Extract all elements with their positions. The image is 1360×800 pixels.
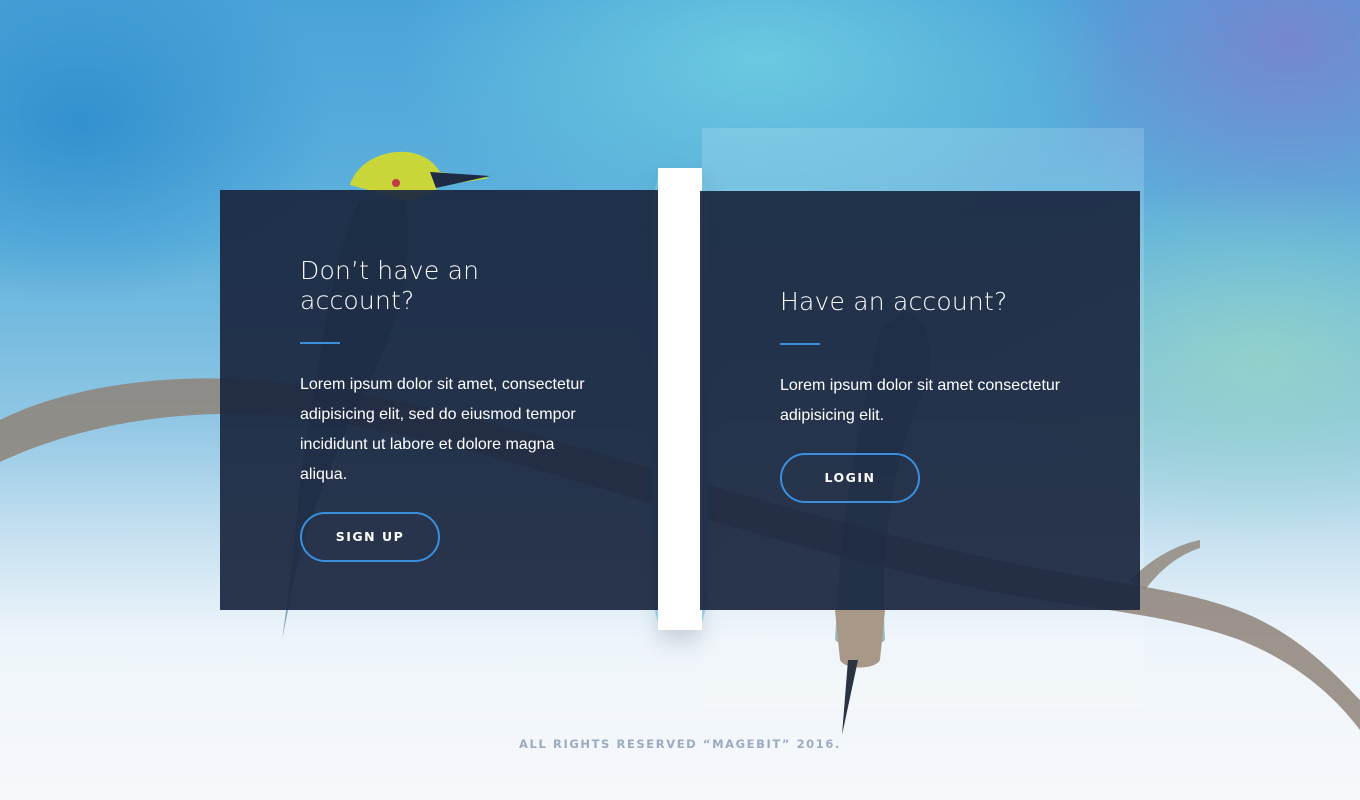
login-description: Lorem ipsum dolor sit amet consectetur a…: [780, 377, 1061, 424]
signup-accent-line: [300, 342, 340, 344]
signup-card: Don’t have an account? Lorem ipsum dolor…: [220, 190, 658, 610]
signup-heading: Don’t have an account?: [300, 256, 480, 315]
login-heading: Have an account?: [780, 287, 1008, 316]
login-card: Have an account? Lorem ipsum dolor sit a…: [700, 191, 1140, 610]
signup-button[interactable]: SIGN UP: [300, 512, 440, 562]
signup-description: Lorem ipsum dolor sit amet, consectetur …: [300, 376, 585, 483]
page-background: Don’t have an account? Lorem ipsum dolor…: [0, 0, 1360, 800]
footer-copyright: ALL RIGHTS RESERVED “MAGEBIT” 2016.: [519, 737, 841, 751]
login-accent-line: [780, 343, 820, 345]
login-button[interactable]: LOGIN: [780, 453, 920, 503]
divider-bar: [658, 168, 702, 630]
